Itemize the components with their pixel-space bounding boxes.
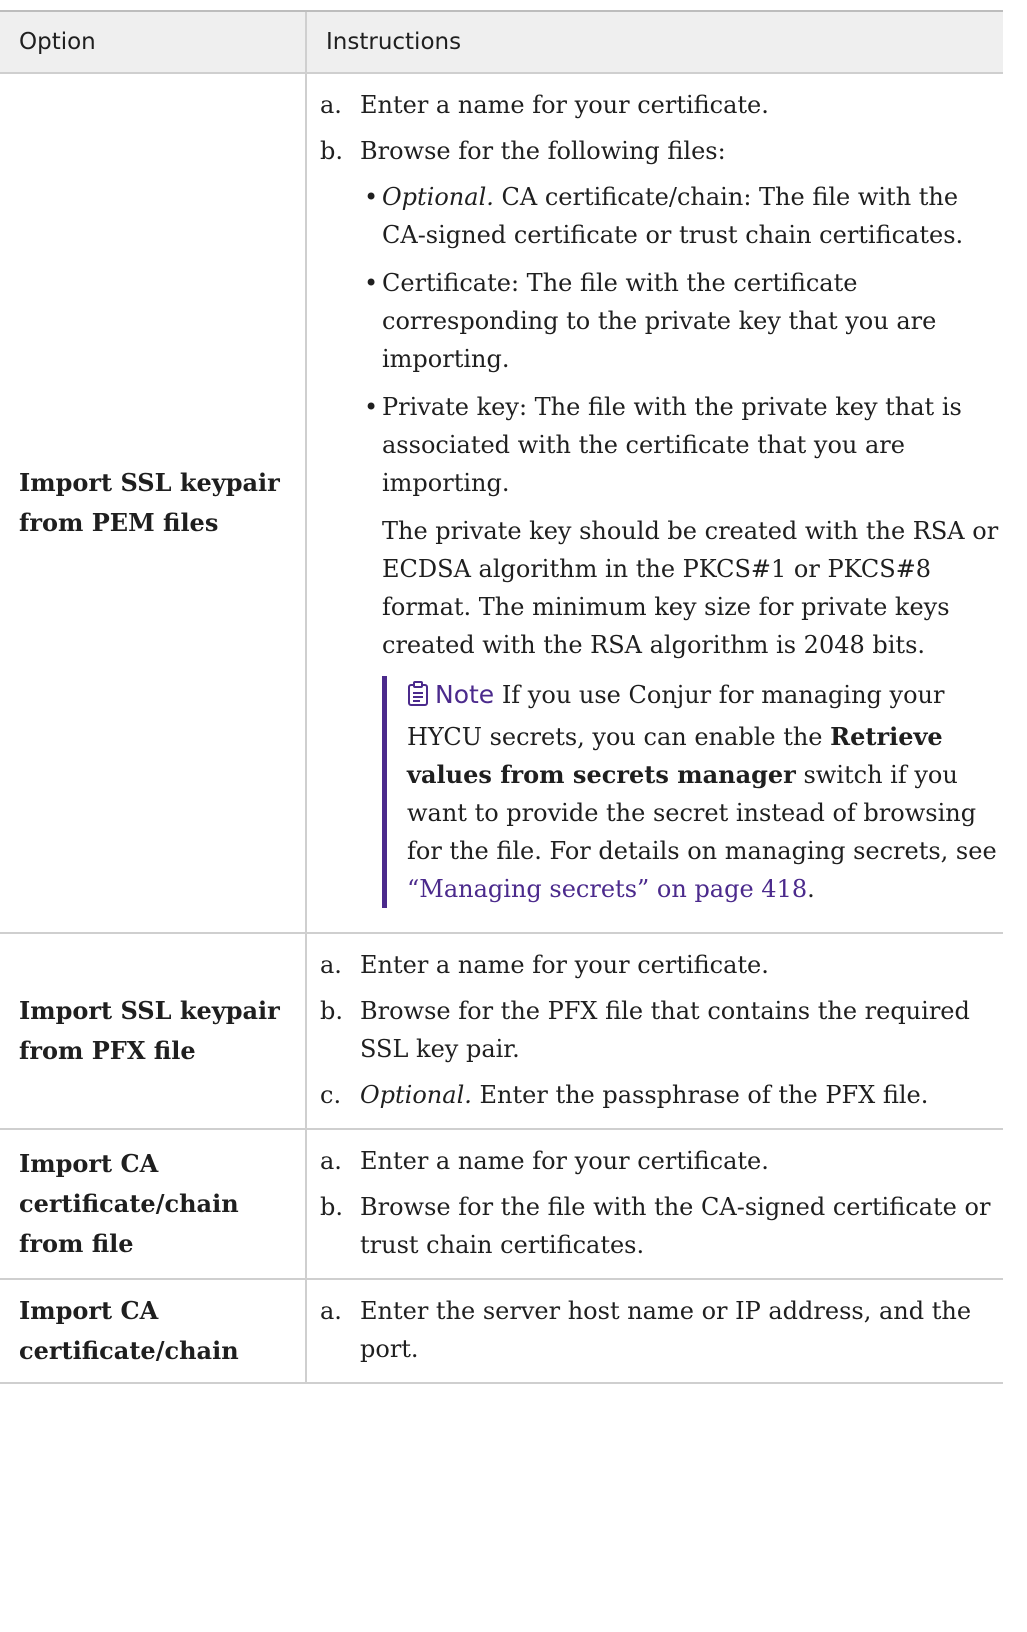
option-cell: Import SSL keypair from PFX file — [0, 933, 306, 1130]
step-marker: a. — [320, 951, 342, 979]
step-item: a. Enter a name for your certificate. — [320, 946, 1003, 984]
option-cell: Import SSL keypair from PEM files — [0, 73, 306, 934]
step-text: Browse for the following files: — [360, 137, 726, 165]
step-item: c. Optional. Enter the passphrase of the… — [320, 1076, 1003, 1114]
bullet-dot: • — [364, 269, 379, 297]
steps-list: a. Enter a name for your certificate. b.… — [320, 1142, 1003, 1264]
note-end: . — [807, 875, 815, 903]
step-item: b. Browse for the PFX file that contains… — [320, 992, 1003, 1068]
bullet-text: Certificate: The file with the certifica… — [382, 269, 937, 373]
bullet-text: Private key: The file with the private k… — [382, 388, 1003, 908]
bullet-text: Optional. CA certificate/chain: The file… — [382, 178, 1003, 254]
step-item: a. Enter the server host name or IP addr… — [320, 1292, 1003, 1368]
table-row: Import SSL keypair from PEM files a. Ent… — [0, 73, 1003, 934]
bullet-item: • Certificate: The file with the certifi… — [360, 264, 1003, 378]
instructions-cell: a. Enter a name for your certificate. b.… — [305, 1129, 1003, 1280]
option-cell: Import CA certificate/chain from file — [0, 1129, 306, 1280]
key-requirements-paragraph: The private key should be created with t… — [382, 517, 999, 659]
bullet-dot: • — [364, 393, 379, 421]
option-cell: Import CA certificate/chain — [0, 1279, 306, 1384]
step-text: Enter a name for your certificate. — [360, 91, 769, 119]
step-text: Enter the server host name or IP address… — [360, 1297, 972, 1363]
step-item: b. Browse for the file with the CA-signe… — [320, 1188, 1003, 1264]
instructions-cell: a. Enter the server host name or IP addr… — [305, 1279, 1003, 1384]
note-heading: Note — [407, 680, 494, 709]
steps-list: a. Enter a name for your certificate. b.… — [320, 86, 1003, 918]
note-label: Note — [435, 680, 495, 709]
step-text: Browse for the file with the CA-signed c… — [360, 1193, 991, 1259]
step-marker: a. — [320, 91, 342, 119]
bullet-body: Private key: The file with the private k… — [382, 393, 962, 497]
bullet-dot: • — [364, 183, 379, 211]
step-body: Browse for the following files: • Option… — [360, 132, 1003, 918]
step-text: Enter a name for your certificate. — [360, 951, 769, 979]
table-row: Import CA certificate/chain a. Enter the… — [0, 1279, 1003, 1384]
instructions-cell: a. Enter a name for your certificate. b.… — [305, 933, 1003, 1130]
bullet-item: • Optional. CA certificate/chain: The fi… — [360, 178, 1003, 254]
step-marker: a. — [320, 1147, 342, 1175]
file-bullet-list: • Optional. CA certificate/chain: The fi… — [360, 178, 1003, 908]
step-text: Optional. Enter the passphrase of the PF… — [360, 1076, 1003, 1114]
step-item: b. Browse for the following files: • Opt… — [320, 132, 1003, 918]
step-marker: a. — [320, 1297, 342, 1325]
step-item: a. Enter a name for your certificate. — [320, 1142, 1003, 1180]
steps-list: a. Enter the server host name or IP addr… — [320, 1292, 1003, 1368]
table-row: Import SSL keypair from PFX file a. Ente… — [0, 933, 1003, 1130]
bullet-item: • Private key: The file with the private… — [360, 388, 1003, 908]
step-marker: b. — [320, 997, 343, 1025]
optional-label: Optional. — [360, 1081, 472, 1109]
steps-list: a. Enter a name for your certificate. b.… — [320, 946, 1003, 1114]
clipboard-note-icon — [407, 680, 429, 718]
optional-label: Optional. — [382, 183, 494, 211]
table-row: Import CA certificate/chain from file a.… — [0, 1129, 1003, 1280]
options-table: Option Instructions Import SSL keypair f… — [0, 10, 1003, 1384]
managing-secrets-link[interactable]: “Managing secrets” on page 418 — [407, 875, 807, 903]
step-text: Enter a name for your certificate. — [360, 1147, 769, 1175]
table-header-row: Option Instructions — [0, 10, 1003, 74]
instructions-column-header: Instructions — [305, 10, 1003, 74]
step-marker: b. — [320, 1193, 343, 1221]
step-marker: c. — [320, 1081, 342, 1109]
step-text: Browse for the PFX file that contains th… — [360, 997, 970, 1063]
step-body: Enter the passphrase of the PFX file. — [471, 1081, 929, 1109]
step-item: a. Enter a name for your certificate. — [320, 86, 1003, 124]
option-column-header: Option — [0, 10, 306, 74]
instructions-cell: a. Enter a name for your certificate. b.… — [305, 73, 1003, 934]
step-marker: b. — [320, 137, 343, 165]
note-box: Note If you use Conjur for managing your… — [382, 676, 1003, 908]
